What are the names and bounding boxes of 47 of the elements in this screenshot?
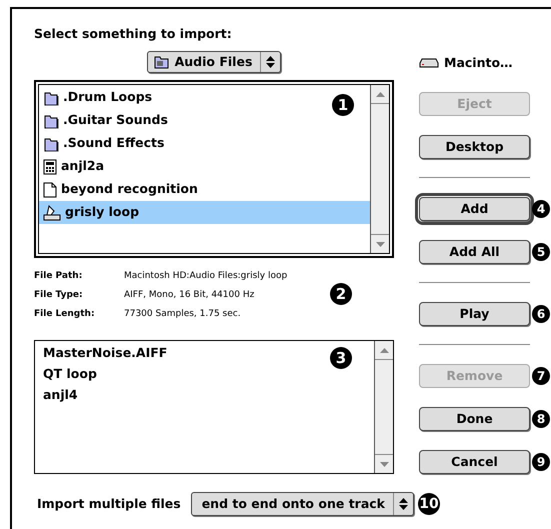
callout-number: 9 [532,453,550,471]
callout-number: 8 [532,410,550,428]
callout-number: 4 [532,200,550,218]
file-list-item[interactable]: anjl2a [39,155,104,178]
file-list-item[interactable]: grisly loop [39,201,370,224]
popup-arrows-icon [266,56,276,68]
dialog-button[interactable]: Desktop [419,135,530,159]
folder-icon [43,136,59,152]
scrollbar[interactable] [370,85,389,253]
dialog-button[interactable]: Done [419,407,530,431]
file-list-item[interactable]: .Guitar Sounds [39,109,168,132]
import-mode-popup[interactable]: end to end onto one track [190,492,414,516]
import-list-item[interactable]: QT loop [35,363,97,384]
info-value: AIFF, Mono, 16 Bit, 44100 Hz [124,288,254,302]
calculator-icon [43,158,57,174]
file-list-item[interactable]: .Drum Loops [39,86,152,109]
printer-icon [43,204,61,220]
callout-number: 7 [532,367,550,385]
scrollbar[interactable] [374,341,393,473]
drive-icon [419,58,439,68]
dialog-button[interactable]: Add All [419,240,530,264]
info-label: File Path: [34,270,84,283]
document-icon [43,182,57,198]
callout-number: 10 [418,493,440,515]
folder-popup[interactable]: Audio Files [146,51,282,73]
file-list-item[interactable]: .Sound Effects [39,132,164,155]
volume-name: Macinto… [444,54,513,72]
info-label: File Length: [34,308,96,321]
import-list-item[interactable]: anjl4 [35,384,78,405]
import-list-item[interactable]: MasterNoise.AIFF [35,342,168,363]
file-list-item[interactable]: beyond recognition [39,178,198,201]
callout-number: 2 [330,283,352,305]
info-label: File Type: [34,288,84,302]
popup-arrows-icon [399,498,408,510]
dialog-title: Select something to import: [34,25,233,43]
callout-number: 5 [532,243,550,261]
info-value: Macintosh HD:Audio Files:grisly loop [124,270,288,283]
folder-icon [43,90,59,106]
folder-icon [43,112,59,128]
info-value: 77300 Samples, 1.75 sec. [124,308,241,321]
callout-number: 1 [332,94,354,116]
dialog-button[interactable]: Play [419,302,530,326]
import-multiple-label: Import multiple files [37,494,181,513]
callout-number: 6 [532,305,550,323]
folder-icon [154,55,170,69]
dialog-button[interactable]: Cancel [419,450,530,474]
callout-number: 3 [330,347,352,369]
